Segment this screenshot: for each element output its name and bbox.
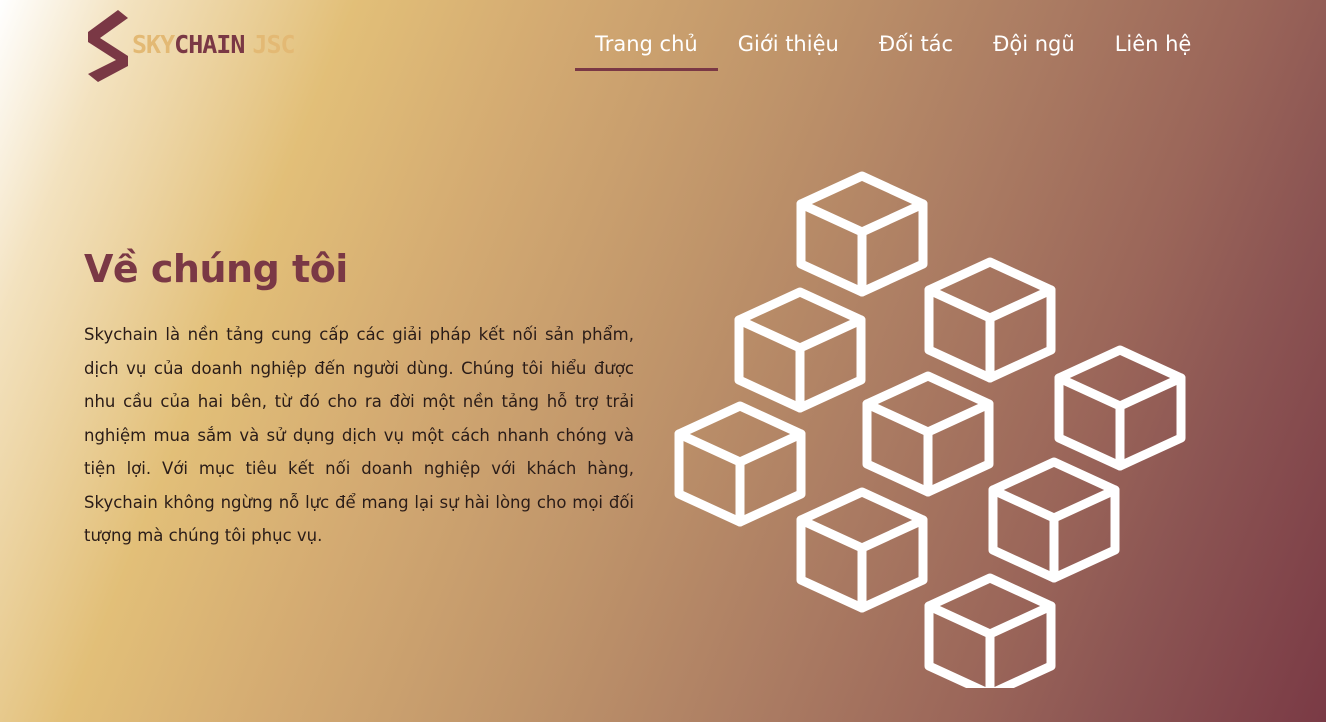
cube-shape xyxy=(862,371,994,497)
cube-shape xyxy=(796,487,928,613)
isometric-cubes-illustration xyxy=(674,171,1186,688)
nav-item-doi-tac[interactable]: Đối tác xyxy=(859,32,973,68)
logo-text-chain: CHAIN xyxy=(174,29,245,59)
cube-shape xyxy=(924,257,1056,383)
main-nav: Trang chủ Giới thiệu Đối tác Đội ngũ Liê… xyxy=(575,32,1211,71)
nav-item-gioi-thieu[interactable]: Giới thiệu xyxy=(718,32,859,68)
page-title: Về chúng tôi xyxy=(84,247,348,291)
nav-item-trang-chu[interactable]: Trang chủ xyxy=(575,32,718,71)
cube-shape xyxy=(1054,345,1186,471)
logo[interactable]: SKYCHAIN JSC xyxy=(84,8,296,84)
nav-item-lien-he[interactable]: Liên hệ xyxy=(1095,32,1212,68)
skychain-logo-icon xyxy=(88,10,128,82)
cube-shape xyxy=(674,401,806,527)
cube-shape xyxy=(796,171,928,297)
cube-shape xyxy=(924,573,1056,688)
logo-text-sky: SKY xyxy=(132,29,175,59)
about-description: Skychain là nền tảng cung cấp các giải p… xyxy=(84,325,634,545)
cube-shape xyxy=(988,457,1120,583)
cube-shape xyxy=(734,287,866,413)
nav-item-doi-ngu[interactable]: Đội ngũ xyxy=(973,32,1095,68)
logo-text-jsc: JSC xyxy=(252,29,295,59)
logo-wordmark: SKYCHAIN JSC xyxy=(132,29,296,59)
